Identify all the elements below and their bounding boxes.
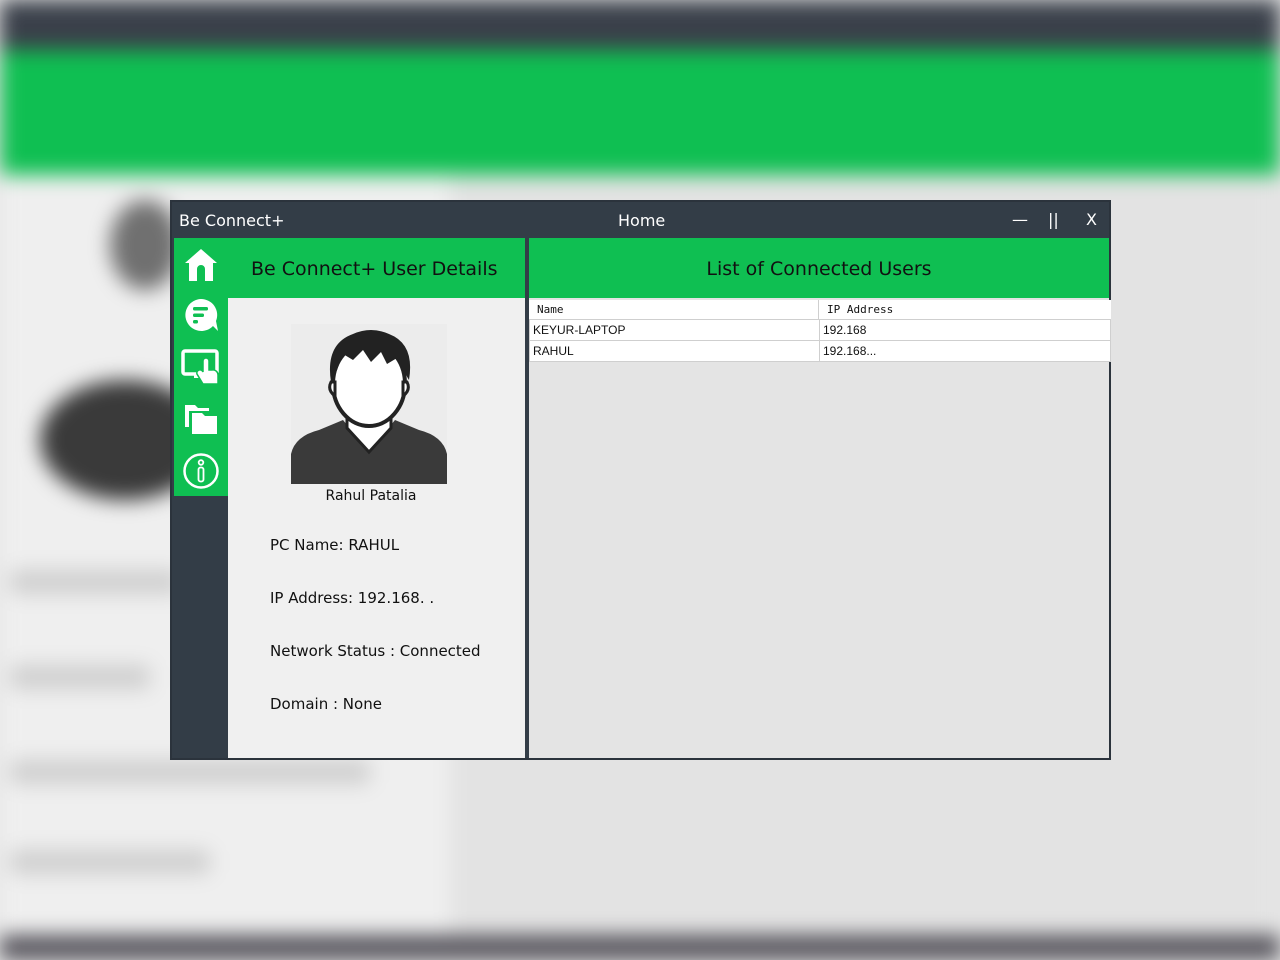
ip-address: IP Address: 192.168. . (270, 589, 435, 607)
connected-users-table: Name IP Address KEYUR-LAPTOP 192.168 RAH… (529, 300, 1111, 362)
domain: Domain : None (270, 695, 382, 713)
app-title: Be Connect+ (179, 211, 285, 230)
avatar (291, 324, 447, 484)
maximize-button[interactable]: || (1048, 210, 1059, 229)
column-header-ip[interactable]: IP Address (819, 300, 1109, 319)
sidebar-item-screen-share[interactable] (180, 346, 222, 388)
home-icon (185, 249, 217, 281)
sidebar (174, 238, 228, 496)
user-details-header: Be Connect+ User Details (228, 238, 525, 298)
cell-name: KEYUR-LAPTOP (530, 320, 820, 340)
folders-icon (185, 405, 217, 434)
table-header: Name IP Address (529, 300, 1111, 320)
connected-users-title: List of Connected Users (706, 258, 932, 280)
network-status: Network Status : Connected (270, 642, 481, 660)
user-name: Rahul Patalia (325, 488, 417, 504)
title-bar: Be Connect+ Home — || X (172, 202, 1109, 238)
screen-touch-icon (181, 349, 219, 385)
app-window: Be Connect+ Home — || X Be Connect+ User… (170, 200, 1111, 760)
sidebar-item-about[interactable] (180, 450, 222, 492)
user-details-panel: Be Connect+ User Details Rahul Patalia P… (228, 238, 525, 758)
cell-ip: 192.168 (823, 323, 867, 337)
table-row[interactable]: KEYUR-LAPTOP 192.168 (529, 320, 1111, 341)
minimize-button[interactable]: — (1012, 210, 1028, 229)
cell-name: RAHUL (530, 341, 820, 361)
sidebar-item-chat[interactable] (180, 294, 222, 336)
connected-users-header: List of Connected Users (529, 238, 1109, 298)
user-details-title: Be Connect+ User Details (251, 258, 498, 280)
chat-icon (185, 298, 218, 331)
sidebar-item-files[interactable] (180, 398, 222, 440)
cell-ip: 192.168... (823, 344, 877, 358)
table-row[interactable]: RAHUL 192.168... (529, 341, 1111, 362)
info-icon (183, 453, 219, 489)
close-button[interactable]: X (1086, 210, 1097, 229)
user-avatar-icon (291, 330, 447, 484)
connected-users-panel: List of Connected Users Name IP Address … (529, 238, 1111, 758)
sidebar-item-home[interactable] (180, 244, 222, 286)
page-title: Home (618, 211, 666, 230)
column-header-name[interactable]: Name (529, 300, 819, 319)
pc-name: PC Name: RAHUL (270, 536, 400, 554)
